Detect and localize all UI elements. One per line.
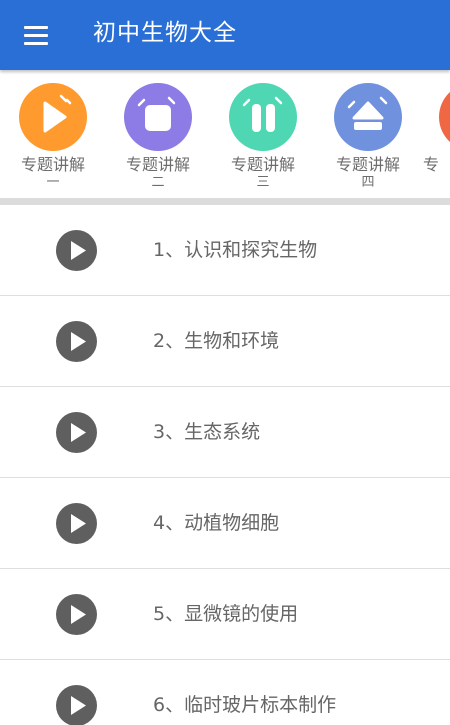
- lesson-item[interactable]: 1、认识和探究生物: [0, 205, 450, 296]
- lesson-title: 5、显微镜的使用: [153, 603, 299, 625]
- topic-item-1[interactable]: 专题讲解 一: [1, 83, 107, 195]
- topic-number: 三: [256, 175, 270, 190]
- topic-item-2[interactable]: 专题讲解 二: [106, 83, 212, 195]
- play-icon[interactable]: [56, 685, 97, 725]
- lesson-title: 3、生态系统: [153, 421, 261, 443]
- page-title: 初中生物大全: [93, 20, 237, 46]
- topic-item-3[interactable]: 专题讲解 三: [211, 83, 317, 195]
- topic-number: 四: [361, 175, 375, 190]
- lesson-title: 1、认识和探究生物: [153, 239, 318, 261]
- section-divider: [0, 198, 450, 205]
- app-screen: 初中生物大全 专题讲解 一 专题讲解 二 专题讲解 三 专题讲解 四 专 1、认…: [0, 0, 450, 725]
- play-icon[interactable]: [56, 321, 97, 362]
- play-icon[interactable]: [56, 412, 97, 453]
- topic-label: 专: [423, 155, 440, 174]
- lesson-list[interactable]: 1、认识和探究生物 2、生物和环境 3、生态系统 4、动植物细胞 5、显微镜的使…: [0, 205, 450, 725]
- lesson-title: 4、动植物细胞: [153, 512, 280, 534]
- partial-topic-icon: [439, 83, 450, 151]
- topic-label: 专题讲解: [335, 155, 400, 174]
- lesson-item[interactable]: 3、生态系统: [0, 387, 450, 478]
- play-icon[interactable]: [56, 503, 97, 544]
- lesson-item[interactable]: 5、显微镜的使用: [0, 569, 450, 660]
- topic-item-5[interactable]: 专: [421, 83, 450, 195]
- lesson-item[interactable]: 2、生物和环境: [0, 296, 450, 387]
- lesson-item[interactable]: 4、动植物细胞: [0, 478, 450, 569]
- square-stop-icon: [124, 83, 192, 151]
- pause-bars-icon: [229, 83, 297, 151]
- eject-icon: [334, 83, 402, 151]
- topic-item-4[interactable]: 专题讲解 四: [316, 83, 422, 195]
- lesson-title: 6、临时玻片标本制作: [153, 694, 337, 716]
- topic-number: 一: [46, 175, 60, 190]
- topic-label: 专题讲解: [230, 155, 295, 174]
- menu-icon[interactable]: [12, 13, 58, 57]
- topic-number: 二: [151, 175, 165, 190]
- play-icon[interactable]: [56, 594, 97, 635]
- app-header: 初中生物大全: [0, 0, 450, 70]
- lesson-title: 2、生物和环境: [153, 330, 280, 352]
- play-icon[interactable]: [56, 230, 97, 271]
- lesson-item[interactable]: 6、临时玻片标本制作: [0, 660, 450, 725]
- play-triangle-icon: [19, 83, 87, 151]
- topic-label: 专题讲解: [20, 155, 85, 174]
- topic-strip[interactable]: 专题讲解 一 专题讲解 二 专题讲解 三 专题讲解 四 专: [0, 70, 450, 198]
- topic-label: 专题讲解: [125, 155, 190, 174]
